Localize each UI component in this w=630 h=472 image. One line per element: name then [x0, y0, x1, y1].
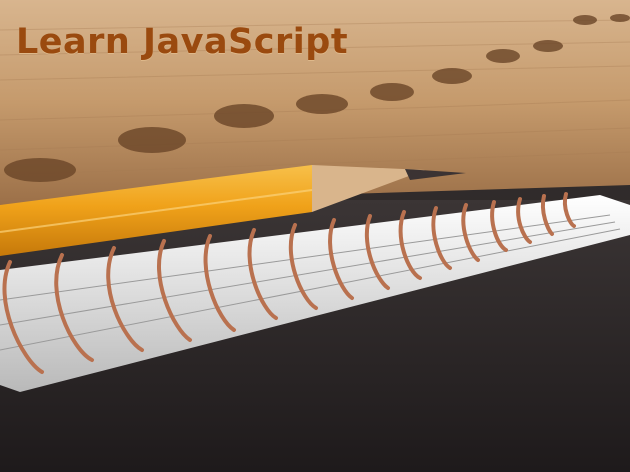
photo-illustration [0, 0, 630, 472]
page-title: Learn JavaScript [16, 22, 349, 62]
photo-scene: Learn JavaScript [0, 0, 630, 472]
